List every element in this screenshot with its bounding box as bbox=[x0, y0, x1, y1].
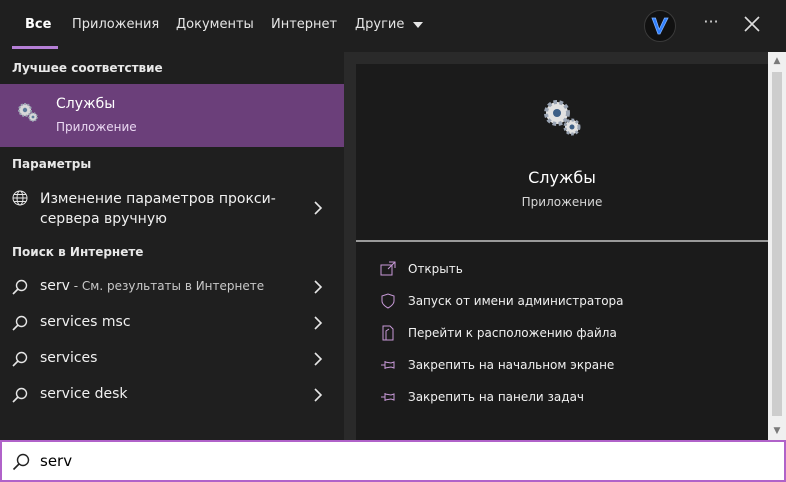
gear-icon bbox=[18, 103, 38, 122]
web-result-query: serv bbox=[40, 278, 70, 294]
settings-item-label: Изменение параметров прокси- сервера вру… bbox=[40, 189, 276, 229]
tab-all[interactable]: Все bbox=[25, 0, 51, 52]
tab-internet[interactable]: Интернет bbox=[271, 0, 337, 52]
open-icon bbox=[380, 261, 396, 276]
chevron-right-icon[interactable] bbox=[312, 316, 324, 330]
chevron-right-icon[interactable] bbox=[312, 280, 324, 294]
globe-icon bbox=[12, 190, 28, 206]
more-options-icon[interactable]: ··· bbox=[700, 13, 722, 35]
web-result-query: services msc bbox=[40, 314, 131, 330]
avatar[interactable] bbox=[644, 10, 676, 42]
preview-subtitle: Приложение bbox=[521, 195, 603, 209]
action-pin-start[interactable]: Закрепить на начальном экране bbox=[380, 354, 750, 378]
search-icon bbox=[12, 387, 28, 403]
top-bar: Все Приложения Документы Интернет Другие… bbox=[0, 0, 786, 52]
vpn-logo-icon bbox=[651, 17, 669, 35]
chevron-right-icon[interactable] bbox=[312, 388, 324, 402]
chevron-right-icon[interactable] bbox=[312, 201, 324, 215]
shield-icon bbox=[381, 293, 395, 309]
search-icon bbox=[12, 453, 30, 471]
search-input[interactable] bbox=[40, 450, 740, 472]
action-open[interactable]: Открыть bbox=[380, 258, 750, 282]
tab-other-label: Другие bbox=[355, 17, 405, 32]
best-match-subtitle: Приложение bbox=[56, 120, 137, 134]
web-result-query: services bbox=[40, 350, 98, 366]
web-result-text: serv - См. результаты в Интернете bbox=[40, 278, 264, 294]
chevron-right-icon[interactable] bbox=[312, 352, 324, 366]
settings-item-line2: сервера вручную bbox=[40, 211, 167, 227]
preview-panel: Службы Приложение Открыть Запуск от имен… bbox=[356, 64, 768, 440]
settings-item-line1: Изменение параметров прокси- bbox=[40, 191, 276, 207]
web-result-item[interactable]: service desk bbox=[0, 377, 344, 413]
tab-active-indicator bbox=[12, 46, 58, 49]
best-match-heading: Лучшее соответствие bbox=[12, 61, 163, 75]
web-result-item[interactable]: services bbox=[0, 341, 344, 377]
gear-icon bbox=[544, 100, 581, 136]
action-run-as-admin[interactable]: Запуск от имени администратора bbox=[380, 290, 750, 314]
tab-other[interactable]: Другие bbox=[355, 0, 423, 52]
action-label: Открыть bbox=[408, 262, 463, 276]
preview-title: Службы bbox=[528, 168, 596, 187]
web-result-suffix: - См. результаты в Интернете bbox=[69, 279, 265, 293]
search-icon bbox=[12, 315, 28, 331]
chevron-down-icon bbox=[412, 21, 423, 28]
search-icon bbox=[12, 279, 28, 295]
action-label: Запуск от имени администратора bbox=[408, 294, 624, 308]
scroll-down-icon[interactable]: ▼ bbox=[772, 426, 782, 436]
search-box[interactable] bbox=[0, 440, 786, 482]
web-result-item[interactable]: services msc bbox=[0, 305, 344, 341]
close-icon[interactable] bbox=[742, 14, 762, 34]
action-label: Закрепить на начальном экране bbox=[408, 358, 615, 372]
tab-apps[interactable]: Приложения bbox=[72, 0, 159, 52]
pin-icon bbox=[381, 393, 395, 401]
web-result-query: service desk bbox=[40, 386, 128, 402]
folder-icon bbox=[382, 325, 394, 341]
tab-documents[interactable]: Документы bbox=[176, 0, 254, 52]
settings-heading: Параметры bbox=[12, 157, 92, 171]
action-label: Закрепить на панели задач bbox=[408, 390, 585, 404]
pin-icon bbox=[381, 361, 395, 369]
best-match-item[interactable]: Службы Приложение bbox=[0, 84, 344, 147]
web-result-item[interactable]: serv - См. результаты в Интернете bbox=[0, 269, 344, 305]
best-match-title: Службы bbox=[56, 96, 116, 112]
settings-item-proxy[interactable]: Изменение параметров прокси- сервера вру… bbox=[0, 186, 344, 230]
web-search-heading: Поиск в Интернете bbox=[12, 245, 144, 259]
action-open-file-location[interactable]: Перейти к расположению файла bbox=[380, 322, 750, 346]
results-list: Лучшее соответствие Службы Приложение Па… bbox=[0, 52, 344, 440]
action-pin-taskbar[interactable]: Закрепить на панели задач bbox=[380, 386, 750, 410]
scrollbar[interactable]: ▲ ▼ bbox=[768, 52, 786, 440]
preview-divider bbox=[356, 240, 768, 242]
scroll-thumb[interactable] bbox=[772, 72, 782, 416]
search-icon bbox=[12, 351, 28, 367]
action-label: Перейти к расположению файла bbox=[408, 326, 617, 340]
scroll-up-icon[interactable]: ▲ bbox=[772, 56, 782, 66]
